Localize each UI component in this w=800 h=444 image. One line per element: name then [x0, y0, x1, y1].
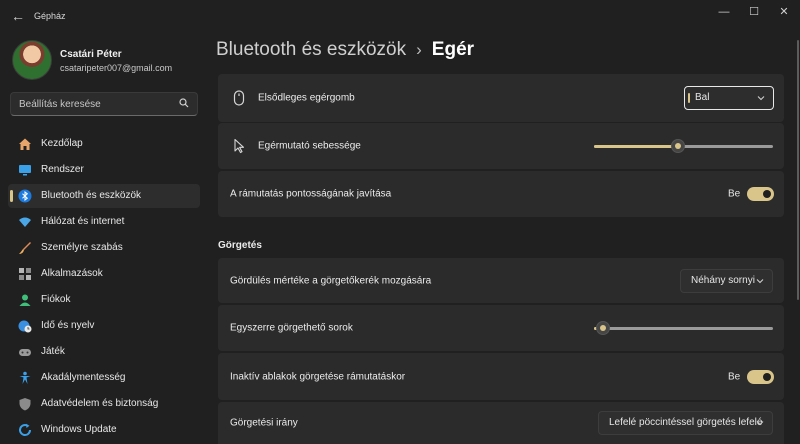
sidebar-item-label: Személyre szabás [41, 242, 123, 253]
home-icon [19, 138, 31, 150]
chevron-down-icon [757, 96, 765, 101]
cursor-icon [234, 138, 245, 154]
sidebar-item-label: Rendszer [41, 164, 84, 175]
breadcrumb-parent-link[interactable]: Bluetooth és eszközök [216, 39, 406, 60]
user-name: Csatári Péter [60, 49, 122, 60]
sidebar-item-privacy[interactable]: Adatvédelem és biztonság [8, 392, 200, 416]
accessibility-icon [19, 371, 31, 384]
sidebar-item-label: Hálózat és internet [41, 216, 125, 227]
primary-button-setting: Elsődleges egérgomb Bal [218, 74, 784, 122]
breadcrumb-separator: › [416, 40, 422, 59]
title-bar: ← Gépház — ☐ ✕ [0, 0, 800, 32]
sidebar-item-label: Fiókok [41, 294, 71, 305]
sidebar-item-network[interactable]: Hálózat és internet [8, 210, 200, 234]
dropdown-value: Bal [695, 92, 710, 103]
maximize-button[interactable]: ☐ [740, 2, 768, 22]
toggle-state-label: Be [728, 371, 741, 382]
pointer-precision-setting: A rámutatás pontosságának javítása Be [218, 171, 784, 217]
gamepad-icon [19, 349, 31, 356]
setting-label: Gördülés mértéke a görgetőkerék mozgásár… [230, 275, 432, 286]
search-box [10, 92, 198, 116]
sidebar-nav: Kezdőlap Rendszer Bluetooth és eszközök … [8, 132, 200, 444]
sidebar-item-label: Idő és nyelv [41, 320, 95, 331]
sidebar-item-label: Adatvédelem és biztonság [41, 398, 159, 409]
setting-label: Görgetési irány [230, 417, 298, 429]
chevron-down-icon [756, 278, 764, 283]
slider-thumb[interactable] [671, 139, 686, 153]
lines-to-scroll-slider[interactable] [594, 321, 773, 335]
sidebar-item-system[interactable]: Rendszer [8, 158, 200, 182]
wheel-scroll-dropdown[interactable]: Néhány sornyi [680, 268, 773, 293]
user-email: csataripeter007@gmail.com [60, 63, 173, 73]
toggle-knob [763, 372, 771, 381]
wheel-scroll-setting: Gördülés mértéke a görgetőkerék mozgásár… [218, 258, 784, 303]
minimize-button[interactable]: — [710, 2, 738, 22]
scrollbar[interactable] [797, 40, 799, 300]
person-icon [19, 294, 31, 306]
back-button[interactable]: ← [8, 6, 28, 26]
primary-button-dropdown[interactable]: Bal [684, 86, 774, 110]
setting-label: Elsődleges egérgomb [258, 92, 355, 104]
monitor-icon [19, 165, 31, 176]
scroll-direction-setting: Görgetési irány Lefelé pöccintéssel görg… [218, 402, 784, 444]
scroll-section-title: Görgetés [218, 240, 262, 251]
brush-icon [19, 242, 31, 254]
sidebar-item-label: Alkalmazások [41, 268, 103, 279]
sidebar-item-gaming[interactable]: Játék [8, 340, 200, 364]
search-icon[interactable] [179, 98, 189, 108]
sidebar-item-label: Windows Update [41, 424, 117, 435]
toggle-knob [763, 190, 771, 198]
sidebar-item-label: Bluetooth és eszközök [41, 190, 142, 201]
app-title: Gépház [34, 11, 66, 21]
dropdown-value: Néhány sornyi [691, 274, 755, 286]
sidebar-item-time-language[interactable]: Idő és nyelv [8, 314, 200, 338]
slider-track [594, 327, 773, 330]
apps-icon [19, 268, 31, 280]
sidebar-item-bluetooth[interactable]: Bluetooth és eszközök [8, 184, 200, 208]
avatar [12, 40, 52, 80]
bluetooth-icon [18, 189, 32, 203]
setting-label: A rámutatás pontosságának javítása [230, 188, 392, 200]
chevron-down-icon [756, 421, 764, 426]
dropdown-value: Lefelé pöccintéssel görgetés lefelé [609, 417, 763, 428]
sidebar-item-apps[interactable]: Alkalmazások [8, 262, 200, 286]
mouse-icon [233, 90, 245, 106]
focus-indicator [688, 93, 690, 103]
setting-label: Egérmutató sebessége [258, 140, 361, 152]
search-input[interactable] [19, 93, 179, 115]
breadcrumb: Bluetooth és eszközök › Egér [216, 39, 474, 65]
sidebar-item-accessibility[interactable]: Akadálymentesség [8, 366, 200, 390]
wifi-icon [19, 217, 31, 227]
sidebar-item-windows-update[interactable]: Windows Update [8, 418, 200, 442]
sidebar-item-label: Játék [41, 346, 65, 357]
user-profile[interactable]: Csatári Péter csataripeter007@gmail.com [12, 40, 202, 84]
setting-label: Egyszerre görgethető sorok [230, 322, 353, 334]
page-title: Egér [431, 39, 475, 60]
inactive-scroll-toggle[interactable] [747, 369, 774, 384]
slider-thumb[interactable] [595, 321, 610, 335]
setting-label: Inaktív ablakok görgetése rámutatáskor [230, 371, 406, 382]
close-button[interactable]: ✕ [770, 2, 798, 22]
sidebar-item-accounts[interactable]: Fiókok [8, 288, 200, 312]
sidebar-item-label: Kezdőlap [41, 138, 83, 149]
sidebar-item-personalization[interactable]: Személyre szabás [8, 236, 200, 260]
update-icon [19, 423, 32, 436]
sidebar-item-label: Akadálymentesség [41, 372, 126, 383]
slider-fill [594, 145, 679, 148]
sidebar-item-home[interactable]: Kezdőlap [8, 132, 200, 156]
shield-icon [19, 398, 31, 411]
toggle-state-label: Be [728, 188, 741, 200]
lines-to-scroll-setting: Egyszerre görgethető sorok [218, 305, 784, 351]
inactive-scroll-setting: Inaktív ablakok görgetése rámutatáskor B… [218, 353, 784, 400]
pointer-speed-slider[interactable] [594, 139, 773, 153]
pointer-speed-setting: Egérmutató sebessége [218, 123, 784, 169]
scroll-direction-dropdown[interactable]: Lefelé pöccintéssel görgetés lefelé [598, 411, 773, 435]
globe-clock-icon [18, 320, 32, 333]
pointer-precision-toggle[interactable] [747, 187, 774, 201]
